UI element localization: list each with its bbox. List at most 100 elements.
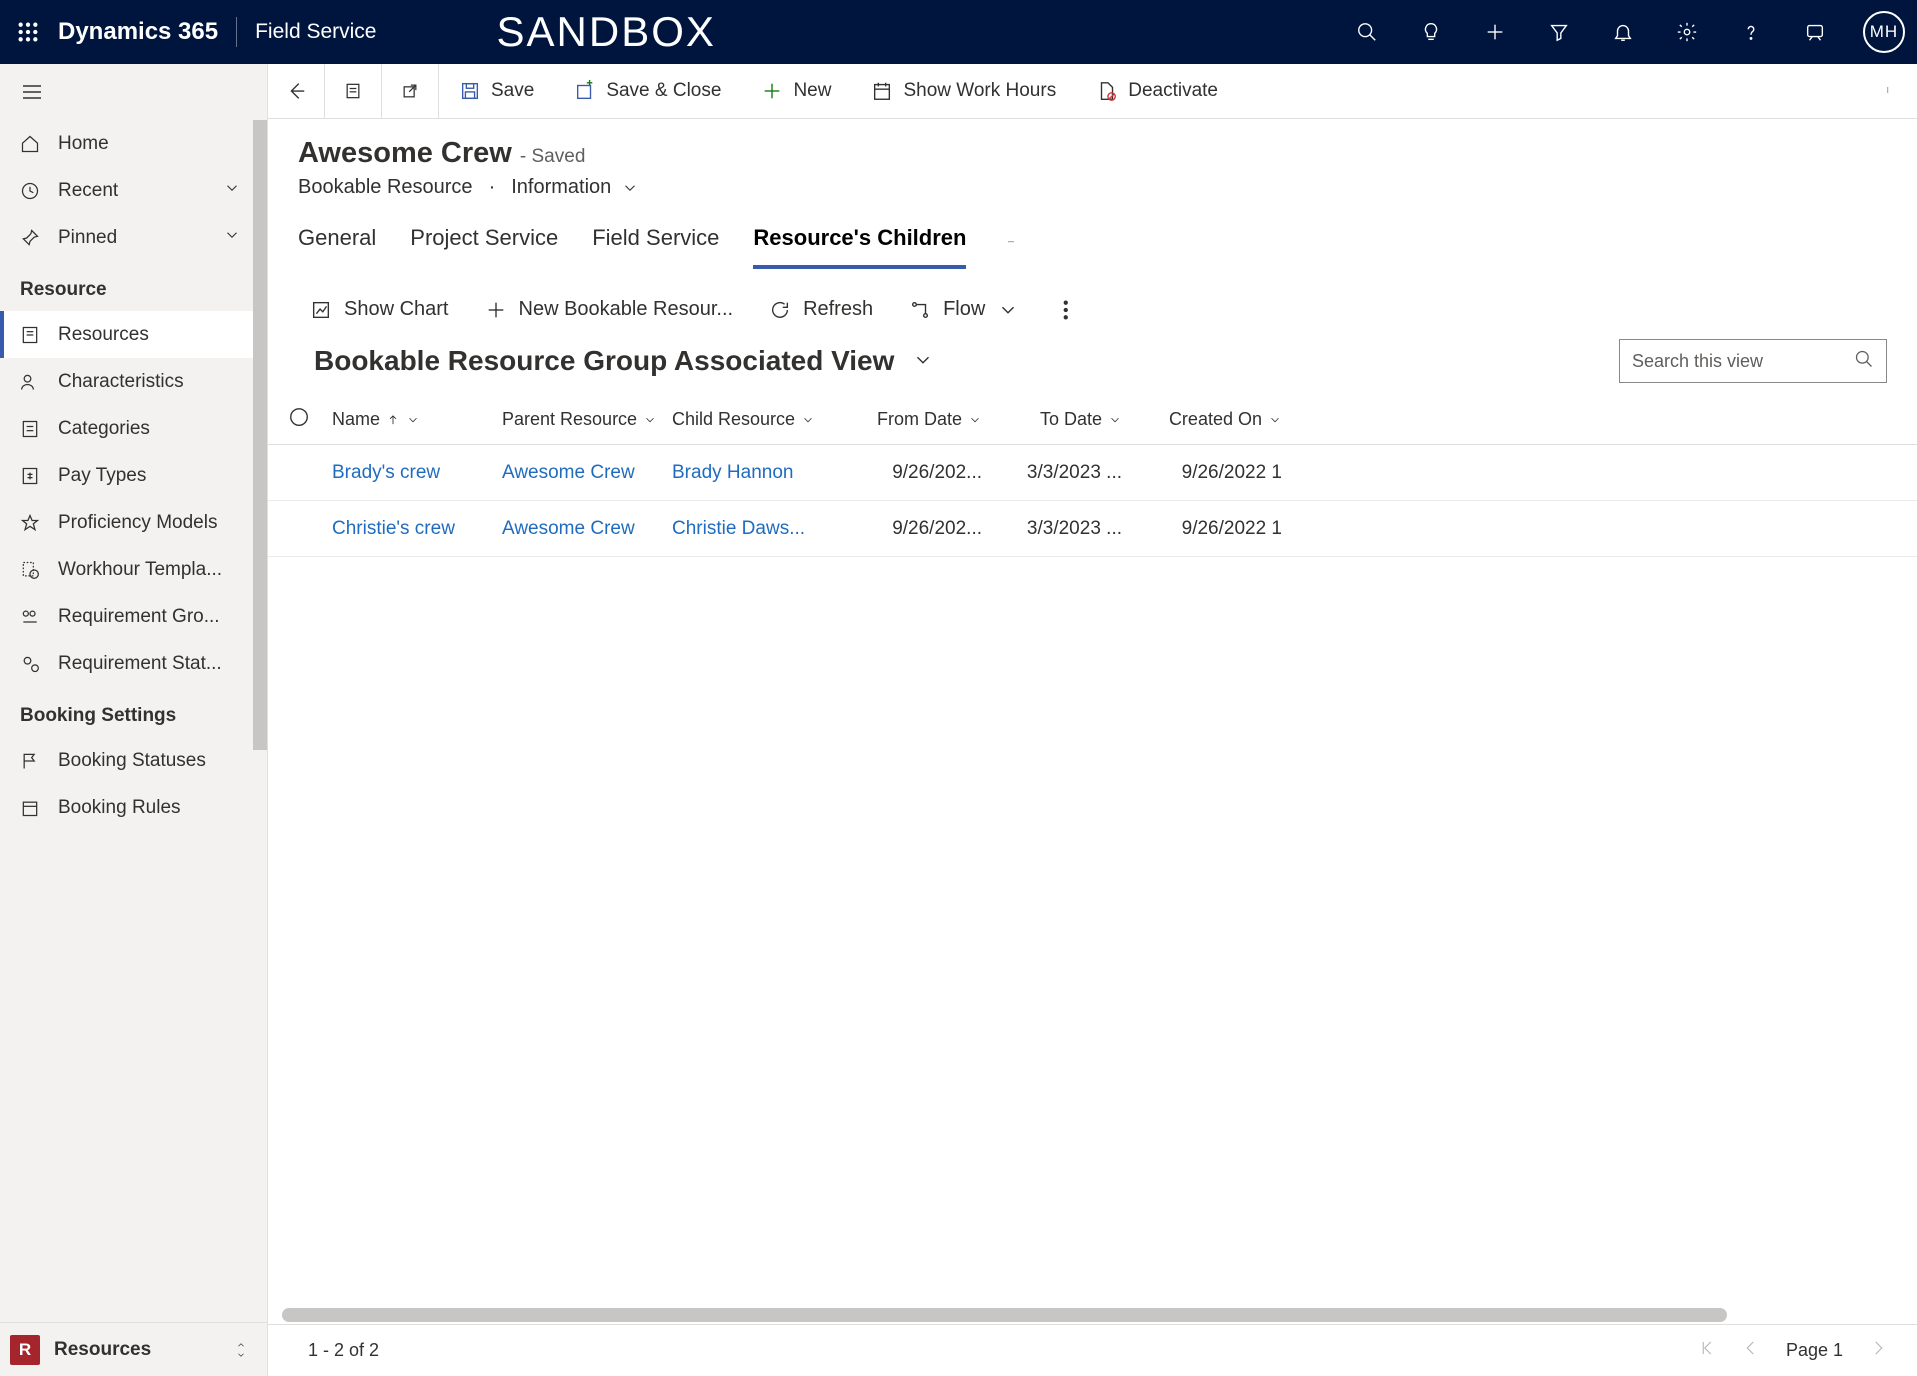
tab-overflow[interactable] (1000, 227, 1022, 267)
new-bookable-resource-button[interactable]: New Bookable Resour... (485, 298, 734, 321)
col-from[interactable]: From Date (842, 409, 982, 430)
nav-label: Booking Rules (58, 797, 181, 819)
assist-icon[interactable] (1799, 16, 1831, 48)
global-nav-bar: Dynamics 365 Field Service SANDBOX MH (0, 0, 1917, 64)
refresh-icon (769, 299, 791, 321)
tab-general[interactable]: General (298, 225, 376, 269)
nav-workhour-templates[interactable]: Workhour Templa... (0, 546, 267, 593)
nav-categories[interactable]: Categories (0, 405, 267, 452)
row-parent-link[interactable]: Awesome Crew (502, 518, 635, 540)
help-icon[interactable] (1735, 16, 1767, 48)
sitemap-toggle[interactable] (0, 64, 267, 120)
app-launcher-icon[interactable] (12, 16, 44, 48)
tab-resources-children[interactable]: Resource's Children (753, 225, 966, 269)
show-chart-button[interactable]: Show Chart (310, 298, 449, 321)
site-map: Home Recent Pinned Resource Resources Ch… (0, 64, 268, 1376)
filter-icon[interactable] (1543, 16, 1575, 48)
nav-paytypes[interactable]: Pay Types (0, 452, 267, 499)
flow-icon (909, 299, 931, 321)
area-label: Resources (54, 1339, 151, 1361)
pin-icon (20, 228, 40, 248)
view-selector-chevron[interactable] (912, 349, 934, 374)
save-button[interactable]: Save (439, 64, 554, 119)
sidebar-scrollbar[interactable] (253, 120, 267, 750)
table-row[interactable]: Brady's crewAwesome CrewBrady Hannon9/26… (268, 445, 1917, 501)
col-child[interactable]: Child Resource (672, 409, 842, 430)
search-icon[interactable] (1351, 16, 1383, 48)
nav-resources[interactable]: Resources (0, 311, 267, 358)
back-button[interactable] (268, 64, 325, 119)
command-overflow[interactable] (1887, 79, 1917, 104)
tab-field-service[interactable]: Field Service (592, 225, 719, 269)
nav-characteristics[interactable]: Characteristics (0, 358, 267, 405)
gear-icon[interactable] (1671, 16, 1703, 48)
nav-requirement-statuses[interactable]: Requirement Stat... (0, 640, 267, 687)
nav-label: Proficiency Models (58, 512, 217, 534)
col-to[interactable]: To Date (982, 409, 1122, 430)
nav-requirement-groups[interactable]: Requirement Gro... (0, 593, 267, 640)
first-page-button[interactable] (1698, 1339, 1716, 1362)
select-all[interactable] (288, 406, 332, 433)
deactivate-icon (1096, 80, 1118, 102)
grid-footer: 1 - 2 of 2 Page 1 (268, 1324, 1917, 1376)
user-avatar[interactable]: MH (1863, 11, 1905, 53)
nav-home[interactable]: Home (0, 120, 267, 167)
next-page-button[interactable] (1869, 1339, 1887, 1362)
row-child-link[interactable]: Brady Hannon (672, 462, 793, 484)
row-parent-link[interactable]: Awesome Crew (502, 462, 635, 484)
popout-button[interactable] (382, 64, 439, 119)
chevron-down-icon[interactable] (621, 179, 639, 197)
lightbulb-icon[interactable] (1415, 16, 1447, 48)
plus-icon (485, 299, 507, 321)
subgrid-overflow[interactable] (1063, 299, 1085, 321)
row-created: 9/26/2022 1 (1122, 518, 1282, 540)
form-tabs: General Project Service Field Service Re… (268, 199, 1917, 270)
work-hours-button[interactable]: Show Work Hours (851, 64, 1076, 119)
tab-project-service[interactable]: Project Service (410, 225, 558, 269)
nav-label: Characteristics (58, 371, 184, 393)
bell-icon[interactable] (1607, 16, 1639, 48)
app-name[interactable]: Field Service (255, 20, 376, 44)
nav-proficiency[interactable]: Proficiency Models (0, 499, 267, 546)
grid-horizontal-scrollbar[interactable] (282, 1308, 1887, 1324)
nav-recent-label: Recent (58, 180, 118, 202)
row-name-link[interactable]: Brady's crew (332, 462, 440, 484)
flow-label: Flow (943, 298, 985, 321)
row-to: 3/3/2023 ... (982, 518, 1122, 540)
deactivate-button[interactable]: Deactivate (1076, 64, 1238, 119)
product-brand[interactable]: Dynamics 365 (58, 18, 218, 46)
nav-label: Requirement Gro... (58, 606, 220, 628)
nav-recent[interactable]: Recent (0, 167, 267, 214)
col-name[interactable]: Name (332, 409, 502, 430)
new-br-label: New Bookable Resour... (519, 298, 734, 321)
row-name-link[interactable]: Christie's crew (332, 518, 455, 540)
refresh-button[interactable]: Refresh (769, 298, 873, 321)
nav-booking-rules[interactable]: Booking Rules (0, 784, 267, 831)
money-icon (20, 466, 40, 486)
save-label: Save (491, 80, 534, 102)
nav-pinned[interactable]: Pinned (0, 214, 267, 261)
col-created[interactable]: Created On (1122, 409, 1282, 430)
search-view-input[interactable]: Search this view (1619, 339, 1887, 383)
flow-button[interactable]: Flow (909, 298, 1019, 321)
add-icon[interactable] (1479, 16, 1511, 48)
save-close-button[interactable]: Save & Close (554, 64, 741, 119)
environment-badge: SANDBOX (497, 8, 716, 56)
resource-icon (20, 325, 40, 345)
row-child-link[interactable]: Christie Daws... (672, 518, 805, 540)
nav-label: Resources (58, 324, 149, 346)
nav-label: Pay Types (58, 465, 146, 487)
prev-page-button[interactable] (1742, 1339, 1760, 1362)
col-parent[interactable]: Parent Resource (502, 409, 672, 430)
open-record-set-button[interactable] (325, 64, 382, 119)
new-button[interactable]: New (741, 64, 851, 119)
area-switcher[interactable]: R Resources (0, 1322, 267, 1376)
nav-booking-statuses[interactable]: Booking Statuses (0, 737, 267, 784)
person-gear-icon (20, 654, 40, 674)
deactivate-label: Deactivate (1128, 80, 1218, 102)
subgrid-view-title[interactable]: Bookable Resource Group Associated View (314, 345, 894, 377)
show-chart-label: Show Chart (344, 298, 449, 321)
form-selector[interactable]: Information (511, 176, 611, 199)
chevron-down-icon (997, 299, 1019, 321)
table-row[interactable]: Christie's crew Awesome Crew Christie Daws… (268, 501, 1917, 557)
